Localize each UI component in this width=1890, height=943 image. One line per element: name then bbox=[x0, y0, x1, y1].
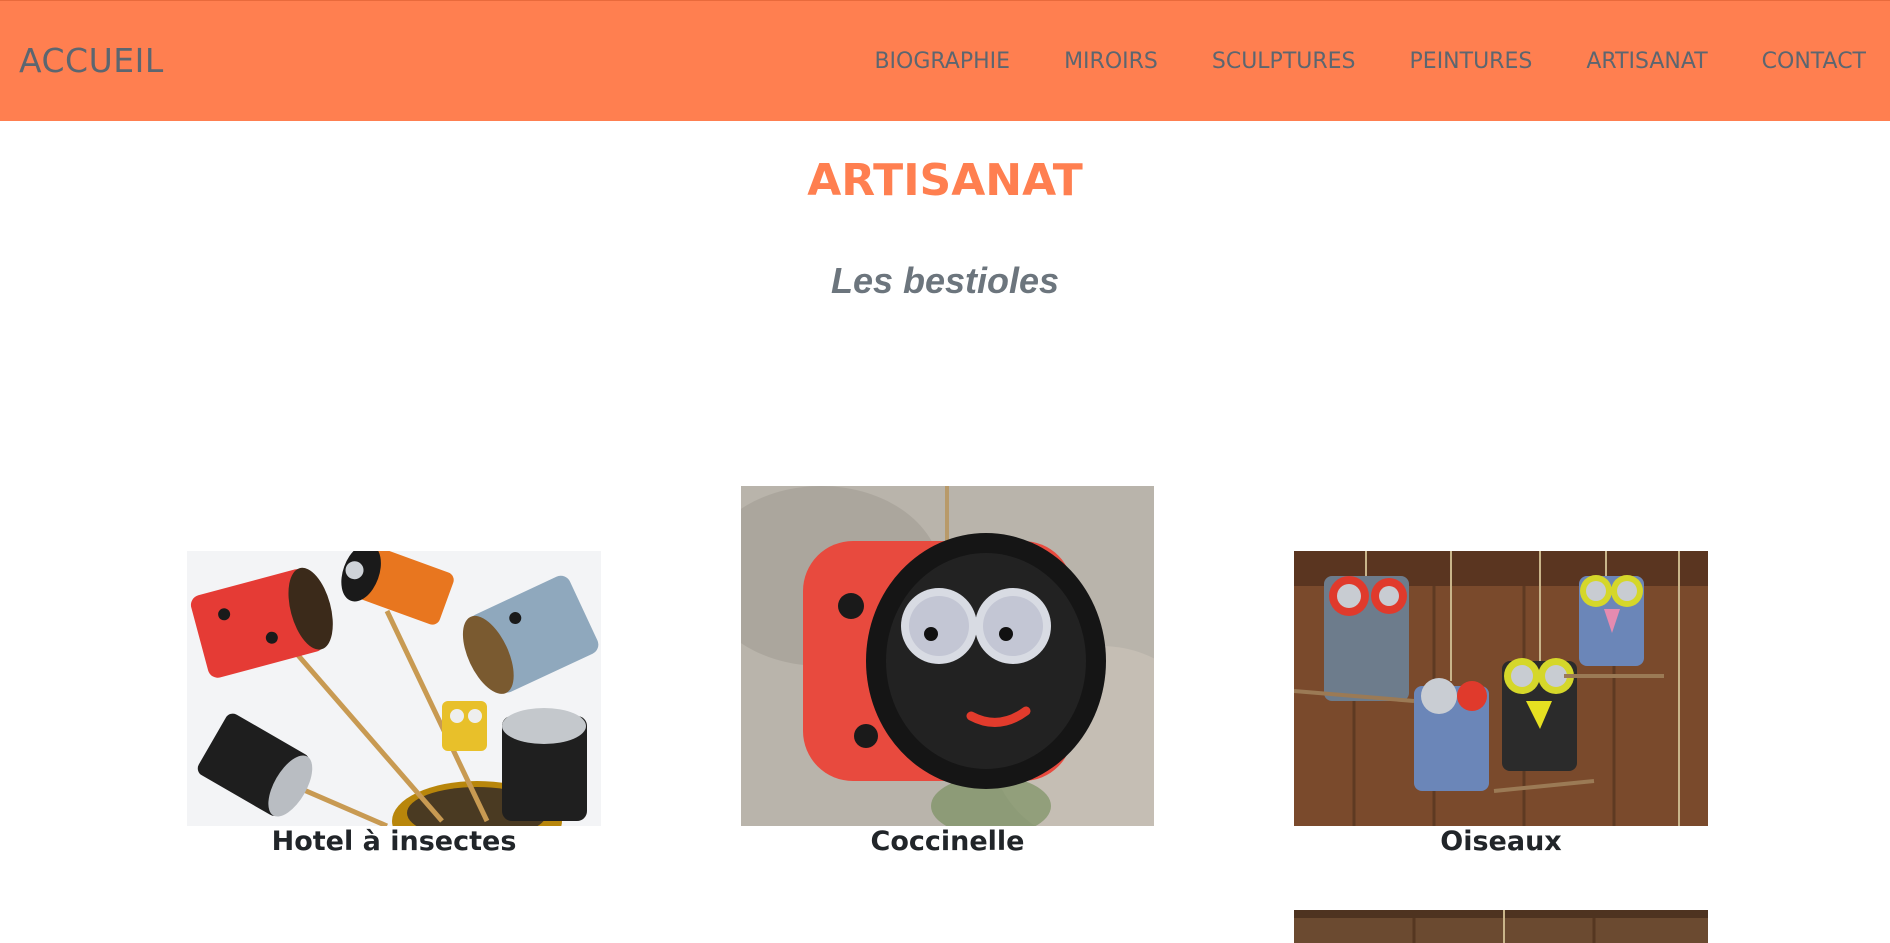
nav-miroirs[interactable]: MIROIRS bbox=[1064, 49, 1158, 74]
page-title: ARTISANAT bbox=[807, 155, 1083, 206]
birds-image[interactable] bbox=[1294, 551, 1708, 826]
nav-menu: BIOGRAPHIE MIROIRS SCULPTURES PEINTURES … bbox=[820, 49, 1866, 74]
card-caption-insect-hotel: Hotel à insectes bbox=[271, 826, 517, 857]
next-gallery-image[interactable] bbox=[1294, 910, 1708, 943]
nav-contact[interactable]: CONTACT bbox=[1762, 49, 1866, 74]
nav-biographie[interactable]: BIOGRAPHIE bbox=[874, 49, 1010, 74]
card-caption-ladybug: Coccinelle bbox=[870, 826, 1025, 857]
nav-artisanat[interactable]: ARTISANAT bbox=[1586, 49, 1707, 74]
nav-peintures[interactable]: PEINTURES bbox=[1410, 49, 1533, 74]
insect-hotel-image[interactable] bbox=[187, 551, 601, 826]
ladybug-image[interactable] bbox=[741, 486, 1154, 826]
nav-sculptures[interactable]: SCULPTURES bbox=[1212, 49, 1356, 74]
top-navbar: ACCUEIL BIOGRAPHIE MIROIRS SCULPTURES PE… bbox=[0, 0, 1890, 121]
home-link[interactable]: ACCUEIL bbox=[19, 41, 164, 80]
card-caption-birds: Oiseaux bbox=[1440, 826, 1562, 857]
section-subtitle: Les bestioles bbox=[830, 260, 1060, 301]
